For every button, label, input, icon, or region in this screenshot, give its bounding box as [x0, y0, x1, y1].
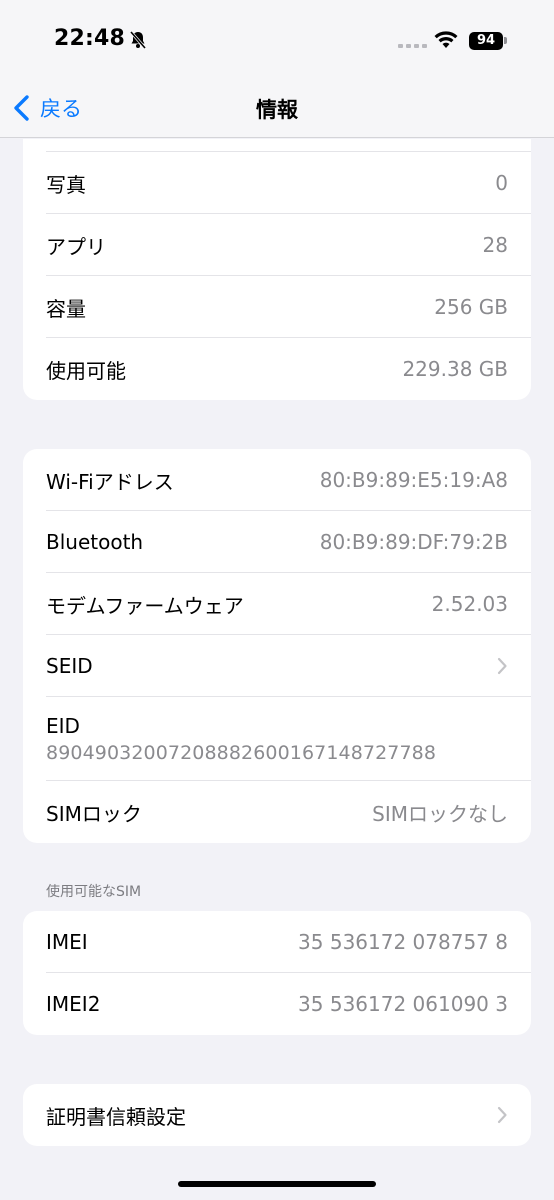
navigation-bar: 戻る 情報 — [0, 80, 554, 138]
row-imei2: IMEI2 35 536172 061090 3 — [23, 973, 531, 1035]
row-value: 2.52.03 — [431, 592, 508, 616]
section-header-available-sim: 使用可能なSIM — [46, 884, 142, 900]
row-seid[interactable]: SEID — [23, 635, 531, 697]
wifi-icon — [434, 31, 458, 48]
about-group-sim: IMEI 35 536172 078757 8 IMEI2 35 536172 … — [23, 911, 531, 1035]
row-label: SIMロック — [46, 801, 142, 826]
row-photos: 写真 0 — [23, 152, 531, 214]
row-value: 35 536172 061090 3 — [298, 992, 508, 1016]
page-title: 情報 — [256, 98, 298, 122]
settings-scroll-area[interactable]: 写真 0 アプリ 28 容量 256 GB 使用可能 229.38 GB Wi-… — [0, 139, 554, 1200]
row-value: 80:B9:89:DF:79:2B — [319, 530, 508, 554]
row-value: 0 — [495, 171, 508, 195]
about-group-counts: 写真 0 アプリ 28 容量 256 GB 使用可能 229.38 GB — [23, 139, 531, 400]
row-certificate-trust-settings[interactable]: 証明書信頼設定 — [23, 1084, 531, 1146]
about-group-certificates: 証明書信頼設定 — [23, 1084, 531, 1146]
row-capacity: 容量 256 GB — [23, 276, 531, 338]
row-value: 229.38 GB — [402, 357, 508, 381]
chevron-right-icon — [497, 657, 507, 675]
row-label: 写真 — [46, 172, 86, 197]
home-indicator[interactable] — [178, 1181, 376, 1187]
chevron-right-icon — [497, 1106, 507, 1124]
cellular-signal-icon — [398, 44, 427, 48]
row-label: IMEI — [46, 930, 88, 954]
row-label: SEID — [46, 654, 93, 678]
about-group-network: Wi-Fiアドレス 80:B9:89:E5:19:A8 Bluetooth 80… — [23, 449, 531, 843]
row-modem-firmware: モデムファームウェア 2.52.03 — [23, 573, 531, 635]
row-value: 80:B9:89:E5:19:A8 — [319, 468, 508, 492]
cut-off-row — [23, 139, 531, 152]
row-label: 容量 — [46, 296, 86, 321]
row-label: 証明書信頼設定 — [46, 1104, 186, 1129]
status-time: 22:48 — [54, 26, 126, 51]
row-label: Wi-Fiアドレス — [46, 469, 174, 494]
battery-cap — [504, 37, 507, 44]
row-value: 256 GB — [434, 295, 508, 319]
row-imei: IMEI 35 536172 078757 8 — [23, 911, 531, 973]
row-bluetooth: Bluetooth 80:B9:89:DF:79:2B — [23, 511, 531, 573]
row-value: 89049032007208882600167148727788 — [46, 742, 437, 764]
row-apps: アプリ 28 — [23, 214, 531, 276]
row-value: 35 536172 078757 8 — [298, 930, 508, 954]
row-value: 28 — [482, 233, 508, 257]
row-value: SIMロックなし — [372, 801, 508, 826]
row-label: EID — [46, 714, 80, 738]
row-label: IMEI2 — [46, 992, 101, 1016]
row-wifi-address: Wi-Fiアドレス 80:B9:89:E5:19:A8 — [23, 449, 531, 511]
battery-indicator: 94 — [469, 32, 503, 50]
row-sim-lock: SIMロック SIMロックなし — [23, 781, 531, 843]
status-bar: 22:48 94 — [0, 0, 554, 80]
row-eid: EID 89049032007208882600167148727788 — [23, 697, 531, 781]
row-available: 使用可能 229.38 GB — [23, 338, 531, 400]
row-label: モデムファームウェア — [46, 593, 244, 618]
row-label: Bluetooth — [46, 530, 144, 554]
row-label: 使用可能 — [46, 358, 126, 383]
row-label: アプリ — [46, 234, 106, 259]
bell-muted-icon — [129, 31, 147, 49]
